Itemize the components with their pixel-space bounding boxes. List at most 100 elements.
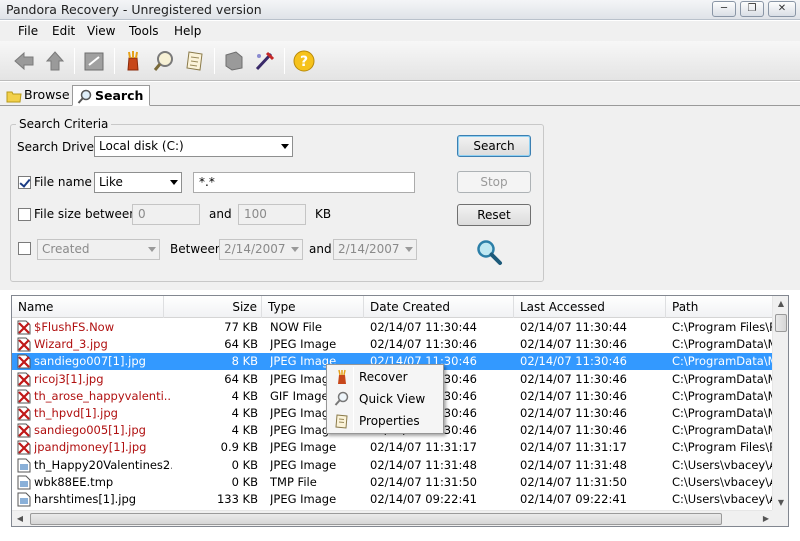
search-button[interactable]: Search — [457, 135, 531, 157]
horizontal-scrollbar[interactable]: ◀ ▶ — [12, 510, 774, 526]
cell-type: TMP File — [270, 474, 317, 489]
stop-button[interactable]: Stop — [457, 171, 531, 193]
file-icon — [17, 492, 31, 507]
menu-edit[interactable]: Edit — [52, 24, 75, 38]
deleted-file-icon — [17, 354, 31, 369]
file-name-label: File name — [34, 175, 92, 189]
cell-accessed: 02/14/07 11:30:46 — [520, 371, 627, 386]
column-size[interactable]: Size — [164, 296, 262, 318]
file-name-operator-select[interactable]: Like — [94, 172, 182, 193]
chevron-down-icon — [405, 247, 413, 252]
file-size-checkbox[interactable] — [18, 208, 31, 221]
cell-name: sandiego007[1].jpg — [34, 354, 146, 369]
help-icon: ? — [293, 50, 315, 72]
cell-name: harshtimes[1].jpg — [34, 492, 137, 506]
cell-name: wbk88EE.tmp — [34, 474, 114, 489]
cell-type: NOW File — [270, 320, 322, 334]
cell-path: C:\ProgramData\Micr — [672, 423, 774, 438]
cell-type: JPEG Image — [270, 337, 337, 352]
wand-button[interactable] — [253, 49, 277, 73]
cell-created: 02/14/07 11:31:48 — [370, 457, 477, 472]
date-type-value: Created — [42, 242, 90, 256]
file-name-checkbox[interactable] — [18, 176, 31, 189]
table-row[interactable]: jpandjmoney[1].jpg 0.9 KB JPEG Image 02/14/… — [12, 439, 774, 456]
forward-button[interactable] — [43, 49, 67, 73]
date-and-label: and — [309, 242, 332, 256]
table-row[interactable]: $FlushFS.Now 77 KB NOW File 02/14/07 11:30:… — [12, 319, 774, 336]
cell-name: $FlushFS.Now — [34, 320, 115, 334]
file-name-input[interactable]: *.* — [193, 172, 415, 193]
menu-tools[interactable]: Tools — [129, 24, 159, 38]
cell-type: JPEG Image — [270, 492, 337, 506]
back-button[interactable] — [12, 49, 36, 73]
recover-button[interactable] — [121, 49, 145, 73]
close-button[interactable]: ✕ — [768, 1, 796, 17]
table-row[interactable]: th_Happy20Valentines2... 0 KB JPEG Image 02… — [12, 457, 774, 474]
column-type[interactable]: Type — [262, 296, 364, 318]
scroll-down-icon[interactable]: ▼ — [773, 495, 788, 511]
minimize-button[interactable]: ─ — [712, 1, 736, 17]
table-row[interactable]: wbk88EE.tmp 0 KB TMP File 02/14/07 11:31:50… — [12, 474, 774, 491]
up-folder-button[interactable] — [82, 49, 106, 73]
file-size-min-input[interactable]: 0 — [132, 204, 200, 225]
column-name[interactable]: Name — [12, 296, 164, 318]
maximize-button[interactable]: ❐ — [740, 1, 764, 17]
column-path[interactable]: Path — [666, 296, 774, 318]
cell-size: 0 KB — [231, 474, 258, 489]
cell-accessed: 02/14/07 09:22:41 — [520, 492, 627, 506]
horizontal-scroll-thumb[interactable] — [30, 513, 722, 525]
cell-type: JPEG Image — [270, 440, 337, 455]
cell-name: th_arose_happyvalenti... — [34, 388, 172, 403]
deleted-file-icon — [17, 337, 31, 352]
file-icon — [17, 475, 31, 490]
cell-path: C:\ProgramData\Micr — [672, 371, 774, 386]
context-item-properties[interactable]: Properties — [329, 411, 441, 431]
window-title: Pandora Recovery - Unregistered version — [6, 2, 262, 17]
context-quick-view-label: Quick View — [359, 392, 426, 406]
menu-help[interactable]: Help — [174, 24, 201, 38]
date-type-select[interactable]: Created — [37, 239, 160, 260]
deleted-file-icon — [17, 423, 31, 438]
deleted-file-icon — [17, 372, 31, 387]
reset-button[interactable]: Reset — [457, 204, 531, 226]
tab-browse[interactable]: Browse — [2, 85, 76, 106]
wand-icon — [255, 51, 275, 71]
vertical-scroll-thumb[interactable] — [775, 314, 787, 332]
cell-name: Wizard_3.jpg — [34, 337, 108, 352]
properties-icon — [335, 414, 348, 429]
search-drive-select[interactable]: Local disk (C:) — [94, 136, 293, 157]
context-item-recover[interactable]: Recover — [329, 367, 441, 387]
table-row[interactable]: harshtimes[1].jpg 133 KB JPEG Image 02/14/0… — [12, 491, 774, 508]
deleted-file-icon — [17, 320, 31, 335]
disk-button[interactable] — [222, 49, 246, 73]
cell-created: 02/14/07 11:30:44 — [370, 320, 477, 334]
disk-icon — [225, 51, 243, 71]
column-last-accessed[interactable]: Last Accessed — [514, 296, 666, 318]
cell-path: C:\Users\vbacey\Ap — [672, 474, 774, 489]
date-to-picker[interactable]: 2/14/2007 — [333, 239, 417, 260]
recover-icon — [127, 51, 139, 71]
date-from-picker[interactable]: 2/14/2007 — [219, 239, 303, 260]
column-date-created[interactable]: Date Created — [364, 296, 514, 318]
help-button[interactable]: ? — [292, 49, 316, 73]
tab-search[interactable]: Search — [72, 85, 151, 106]
cell-accessed: 02/14/07 11:31:17 — [520, 440, 627, 455]
quick-view-button[interactable] — [152, 49, 176, 73]
cell-created: 02/14/07 11:30:46 — [370, 337, 477, 352]
context-item-quick-view[interactable]: Quick View — [329, 389, 441, 409]
up-arrow-icon — [45, 51, 65, 71]
menu-view[interactable]: View — [87, 24, 115, 38]
scroll-up-icon[interactable]: ▲ — [773, 296, 788, 312]
date-checkbox[interactable] — [18, 242, 31, 255]
cell-accessed: 02/14/07 11:30:46 — [520, 423, 627, 438]
cell-path: C:\Users\vbacey\Ap — [672, 492, 774, 506]
file-name-operator-value: Like — [99, 175, 123, 189]
file-size-max-input[interactable]: 100 — [238, 204, 306, 225]
scroll-left-icon[interactable]: ◀ — [12, 511, 28, 526]
properties-button[interactable] — [183, 49, 207, 73]
chevron-down-icon — [148, 247, 156, 252]
table-row[interactable]: Wizard_3.jpg 64 KB JPEG Image 02/14/07 11:3… — [12, 336, 774, 353]
menu-file[interactable]: File — [18, 24, 38, 38]
title-bar: Pandora Recovery - Unregistered version … — [0, 0, 800, 20]
vertical-scrollbar[interactable]: ▲ ▼ — [772, 296, 788, 511]
